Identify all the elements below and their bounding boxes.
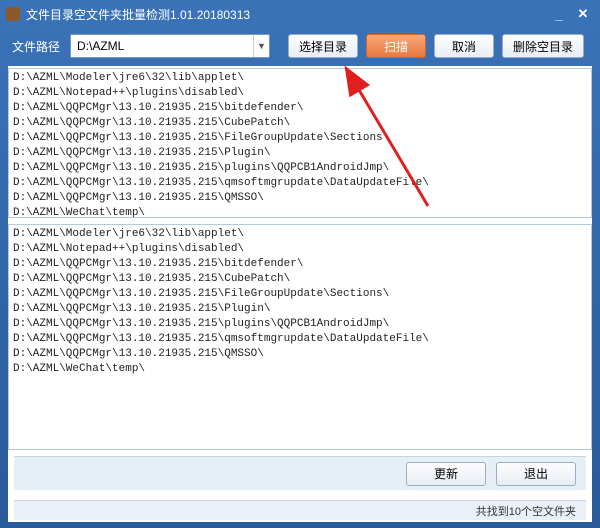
status-bar: 共找到10个空文件夹 [14, 500, 586, 520]
list-item[interactable]: D:\AZML\QQPCMgr\13.10.21935.215\qmsoftmg… [13, 176, 587, 191]
list-item[interactable]: D:\AZML\QQPCMgr\13.10.21935.215\bitdefen… [13, 257, 587, 272]
path-label: 文件路径 [12, 38, 60, 55]
list-item[interactable]: D:\AZML\Notepad++\plugins\disabled\ [13, 242, 587, 257]
close-icon[interactable]: ✕ [576, 7, 590, 21]
toolbar: 文件路径 ▼ 选择目录 扫描 取消 删除空目录 [2, 26, 598, 66]
list-item[interactable]: D:\AZML\QQPCMgr\13.10.21935.215\Plugin\ [13, 302, 587, 317]
list-item[interactable]: D:\AZML\QQPCMgr\13.10.21935.215\QMSSO\ [13, 347, 587, 362]
exit-button[interactable]: 退出 [496, 462, 576, 486]
list-item[interactable]: D:\AZML\QQPCMgr\13.10.21935.215\plugins\… [13, 161, 587, 176]
list-item[interactable]: D:\AZML\QQPCMgr\13.10.21935.215\Plugin\ [13, 146, 587, 161]
list-item[interactable]: D:\AZML\QQPCMgr\13.10.21935.215\CubePatc… [13, 116, 587, 131]
update-button[interactable]: 更新 [406, 462, 486, 486]
cancel-button[interactable]: 取消 [434, 34, 494, 58]
list-item[interactable]: D:\AZML\QQPCMgr\13.10.21935.215\bitdefen… [13, 101, 587, 116]
list-item[interactable]: D:\AZML\QQPCMgr\13.10.21935.215\QMSSO\ [13, 191, 587, 206]
titlebar: 文件目录空文件夹批量检测1.01.20180313 _ ✕ [2, 2, 598, 26]
list-item[interactable]: D:\AZML\QQPCMgr\13.10.21935.215\qmsoftmg… [13, 332, 587, 347]
list-item[interactable]: D:\AZML\Modeler\jre6\32\lib\applet\ [13, 71, 587, 86]
path-input[interactable] [71, 35, 253, 57]
app-window: 文件目录空文件夹批量检测1.01.20180313 _ ✕ 文件路径 ▼ 选择目… [0, 0, 600, 528]
status-text: 共找到10个空文件夹 [476, 503, 576, 519]
app-icon [6, 7, 20, 21]
footer-bar: 更新 退出 [14, 456, 586, 490]
scan-button[interactable]: 扫描 [366, 34, 426, 58]
list-item[interactable]: D:\AZML\WeChat\temp\ [13, 206, 587, 218]
list-item[interactable]: D:\AZML\QQPCMgr\13.10.21935.215\CubePatc… [13, 272, 587, 287]
list-item[interactable]: D:\AZML\QQPCMgr\13.10.21935.215\FileGrou… [13, 287, 587, 302]
delete-empty-button[interactable]: 删除空目录 [502, 34, 584, 58]
select-dir-button[interactable]: 选择目录 [288, 34, 358, 58]
path-combobox[interactable]: ▼ [70, 34, 270, 58]
bottom-results-list[interactable]: D:\AZML\Modeler\jre6\32\lib\applet\D:\AZ… [8, 224, 592, 450]
list-item[interactable]: D:\AZML\WeChat\temp\ [13, 362, 587, 377]
list-item[interactable]: D:\AZML\QQPCMgr\13.10.21935.215\plugins\… [13, 317, 587, 332]
chevron-down-icon[interactable]: ▼ [253, 35, 269, 57]
window-title: 文件目录空文件夹批量检测1.01.20180313 [26, 6, 552, 23]
list-item[interactable]: D:\AZML\Notepad++\plugins\disabled\ [13, 86, 587, 101]
list-item[interactable]: D:\AZML\Modeler\jre6\32\lib\applet\ [13, 227, 587, 242]
minimize-icon[interactable]: _ [552, 7, 566, 21]
top-results-list[interactable]: D:\AZML\Modeler\jre6\32\lib\applet\D:\AZ… [8, 68, 592, 218]
content-area: D:\AZML\Modeler\jre6\32\lib\applet\D:\AZ… [8, 66, 592, 522]
list-item[interactable]: D:\AZML\QQPCMgr\13.10.21935.215\FileGrou… [13, 131, 587, 146]
